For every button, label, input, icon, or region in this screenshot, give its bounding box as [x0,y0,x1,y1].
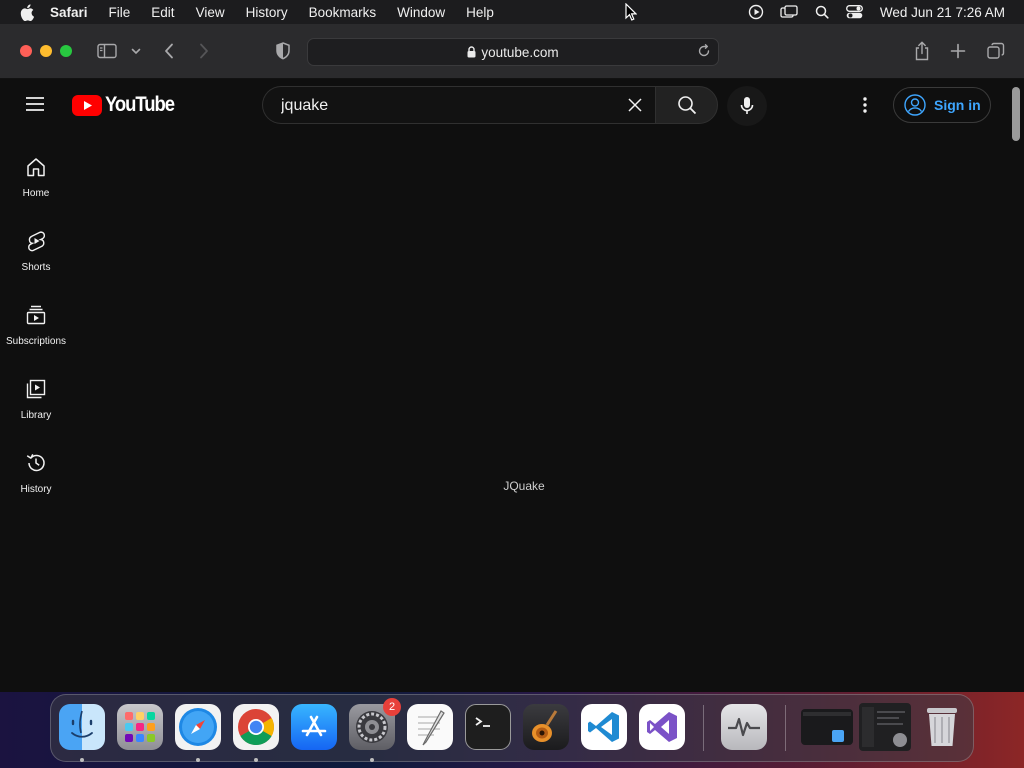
scrollbar-thumb[interactable] [1012,87,1020,141]
apple-menu-icon[interactable] [18,0,36,24]
guide-label-home: Home [22,188,50,199]
safari-icon[interactable] [175,704,221,750]
account-icon [904,94,926,116]
zoom-window-button[interactable] [60,45,72,57]
textedit-icon[interactable] [407,704,453,750]
history-icon [24,451,48,475]
search-icon [677,96,696,115]
subscriptions-icon [24,303,48,327]
chrome-icon[interactable] [233,704,279,750]
spotlight-search-icon[interactable] [811,0,833,24]
dock-running-indicator [370,758,374,762]
close-window-button[interactable] [20,45,32,57]
youtube-logo[interactable]: YouTube [72,93,183,117]
window-thumbnail-icon[interactable] [859,703,911,751]
search-button[interactable] [655,86,718,124]
menu-bookmarks[interactable]: Bookmarks [309,5,377,20]
launchpad-icon[interactable] [117,704,163,750]
now-playing-icon[interactable] [745,0,767,24]
app-store-icon[interactable] [291,704,337,750]
activity-monitor-icon[interactable] [721,704,767,750]
menu-edit[interactable]: Edit [151,5,174,20]
dock-running-indicator [254,758,258,762]
shorts-icon [24,229,48,253]
guide-item-library[interactable]: Library [0,361,72,435]
sign-in-label: Sign in [934,97,981,113]
guide-label-library: Library [20,410,52,421]
search-input[interactable] [279,87,613,125]
guide-item-history[interactable]: History [0,435,72,509]
share-icon[interactable] [912,40,932,62]
guide-item-shorts[interactable]: Shorts [0,213,72,287]
screen-mirroring-icon[interactable] [778,0,800,24]
terminal-icon[interactable] [465,704,511,750]
privacy-report-shield-icon[interactable] [273,41,293,61]
dock-running-indicator [80,758,84,762]
address-bar[interactable]: youtube.com [307,38,719,66]
visual-studio-icon[interactable] [639,704,685,750]
page-scrollbar[interactable] [1008,79,1024,692]
youtube-play-logo-icon [72,94,102,116]
mouse-cursor-icon [625,2,638,26]
window-thumbnail-icon[interactable] [801,709,853,745]
menu-bar: Safari File Edit View History Bookmarks … [0,0,1024,24]
guide-label-subscriptions: Subscriptions [5,336,67,347]
guide-item-subscriptions[interactable]: Subscriptions [0,287,72,361]
control-center-icon[interactable] [844,0,866,24]
reload-icon[interactable] [697,44,711,61]
tab-groups-chevron-icon[interactable] [129,43,143,59]
microphone-icon [740,97,754,114]
dock-separator [703,705,704,751]
guide-menu-icon[interactable] [24,96,48,116]
sign-in-button[interactable]: Sign in [893,87,991,123]
menu-file[interactable]: File [109,5,131,20]
dock-running-indicator [196,758,200,762]
voice-search-button[interactable] [727,86,767,126]
dock-separator [785,705,786,751]
dock: 2 [50,694,974,762]
new-tab-plus-icon[interactable] [948,41,968,61]
back-button-icon[interactable] [160,41,178,61]
menu-clock[interactable]: Wed Jun 21 7:26 AM [880,5,1005,20]
tab-overview-icon[interactable] [985,41,1007,61]
search-box[interactable] [262,86,655,125]
forward-button-icon[interactable] [195,41,213,61]
address-bar-url: youtube.com [481,44,559,60]
home-icon [24,155,48,179]
youtube-header: YouTube Sign in [0,79,1008,133]
settings-more-icon[interactable] [853,93,877,117]
menu-window[interactable]: Window [397,5,445,20]
sidebar-toggle-icon[interactable] [96,41,118,61]
menu-history[interactable]: History [246,5,288,20]
vscode-icon[interactable] [581,704,627,750]
notification-badge: 2 [383,698,401,716]
finder-icon[interactable] [59,704,105,750]
menu-view[interactable]: View [196,5,225,20]
guide-item-home[interactable]: Home [0,139,72,213]
menu-help[interactable]: Help [466,5,494,20]
youtube-page: YouTube Sign in Home [0,79,1008,692]
menu-app-name[interactable]: Safari [50,5,88,20]
clear-search-icon[interactable] [621,91,649,119]
library-icon [24,377,48,401]
lock-icon [467,46,476,58]
guide-label-shorts: Shorts [21,262,51,273]
settings-icon[interactable]: 2 [349,698,401,750]
youtube-wordmark: YouTube [105,93,175,116]
trash-icon[interactable] [919,704,965,750]
minimize-window-button[interactable] [40,45,52,57]
garageband-icon[interactable] [523,704,569,750]
search-result-text: JQuake [503,479,545,493]
